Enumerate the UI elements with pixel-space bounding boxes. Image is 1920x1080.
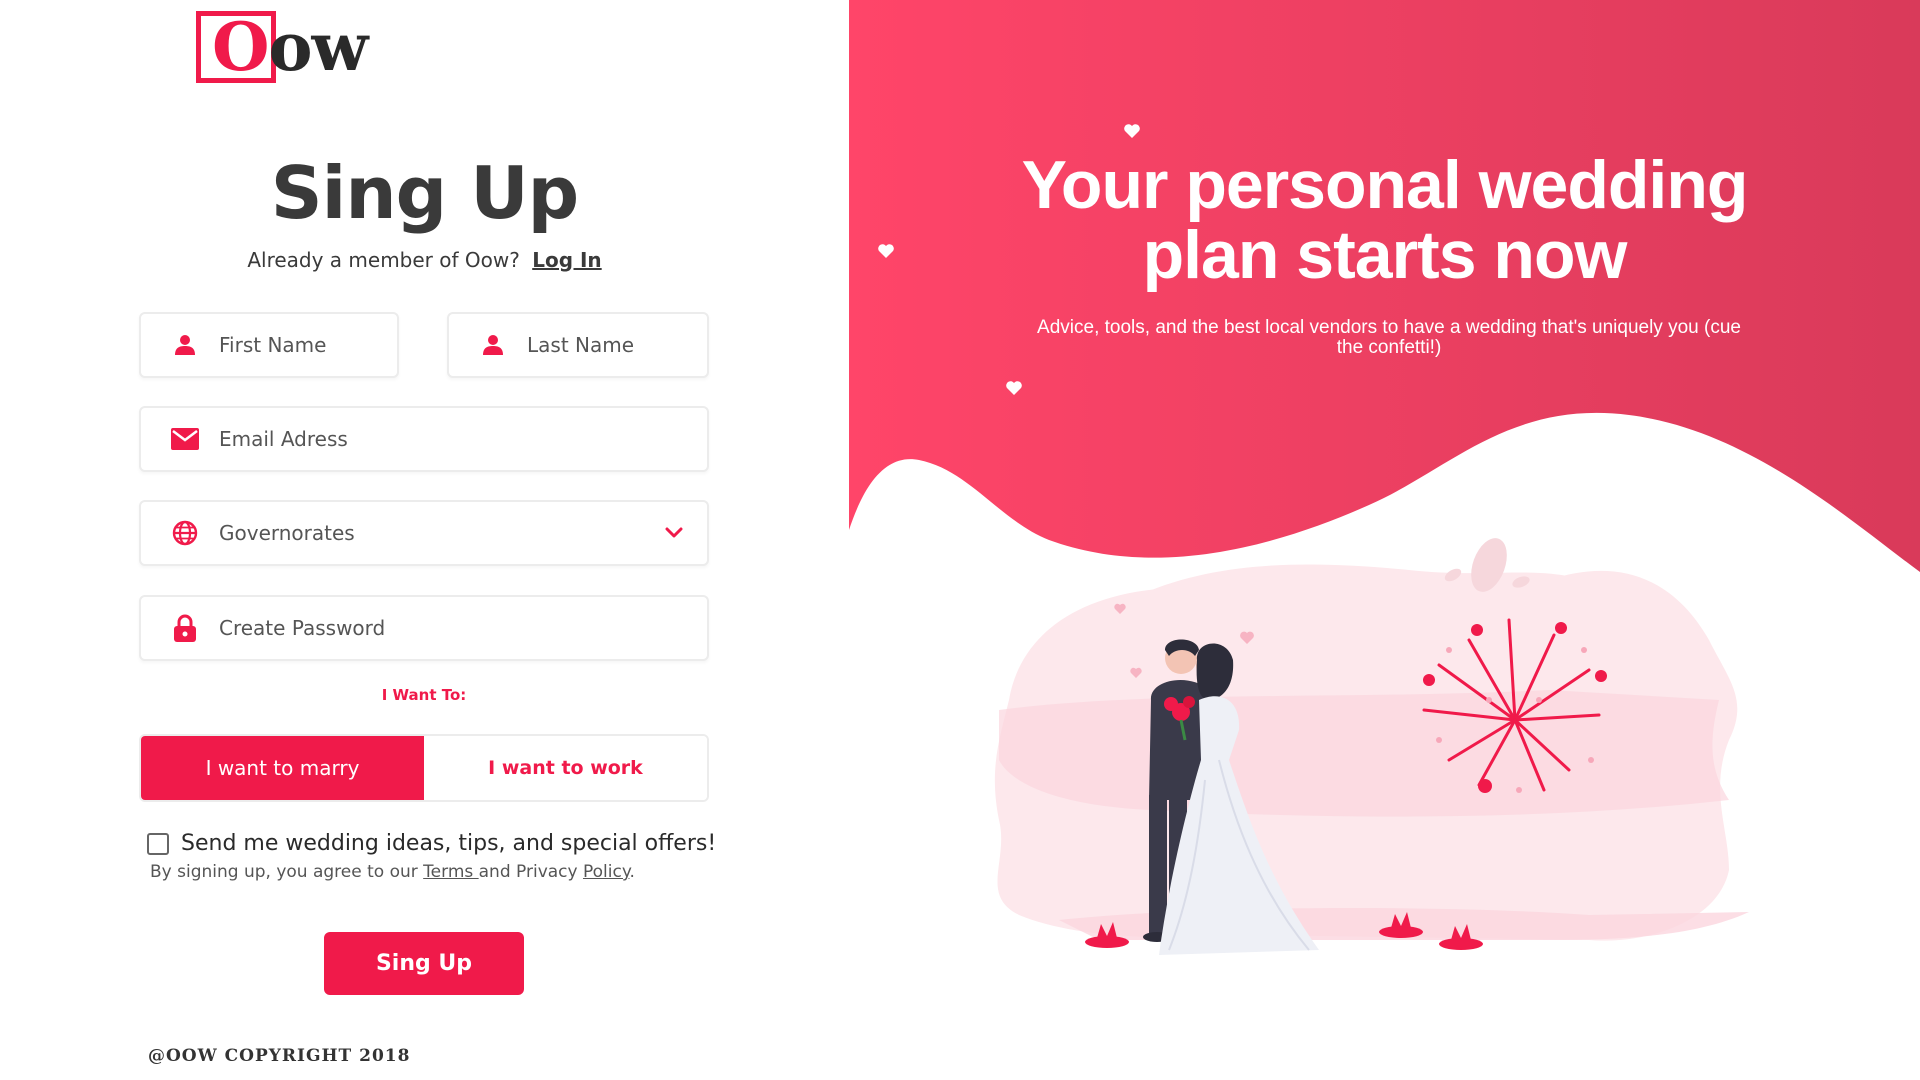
signup-form-panel: Oow Sing Up Already a member of Oow? Log… [0, 0, 849, 1080]
login-link[interactable]: Log In [532, 248, 601, 272]
terms-middle: and Privacy [478, 862, 578, 882]
newsletter-checkbox[interactable] [147, 832, 169, 855]
first-name-input[interactable] [219, 314, 397, 376]
intent-label: I Want To: [381, 686, 467, 704]
member-question: Already a member of Oow? [247, 248, 520, 272]
user-icon [171, 331, 199, 359]
terms-notice: By signing up, you agree to our Terms an… [150, 862, 635, 882]
newsletter-row: Send me wedding ideas, tips, and special… [147, 831, 716, 856]
page-title: Sing Up [270, 151, 579, 235]
email-field[interactable] [139, 406, 709, 472]
terms-prefix: By signing up, you agree to our [150, 862, 418, 882]
terms-link[interactable]: Terms [423, 862, 478, 882]
intent-toggle: I want to marry I want to work [139, 734, 709, 802]
lock-icon [171, 614, 199, 642]
terms-suffix: . [629, 862, 635, 882]
oow-logo[interactable]: Oow [196, 8, 368, 91]
newsletter-label[interactable]: Send me wedding ideas, tips, and special… [181, 831, 716, 856]
password-input[interactable] [219, 597, 707, 659]
chevron-down-icon[interactable] [663, 522, 685, 544]
last-name-field[interactable] [447, 312, 709, 378]
login-prompt: Already a member of Oow? Log In [0, 248, 849, 272]
logo-letters-rest: ow [268, 8, 369, 86]
logo-text: Oow [212, 7, 369, 87]
signup-page: Oow Sing Up Already a member of Oow? Log… [0, 0, 1920, 1080]
password-field[interactable] [139, 595, 709, 661]
globe-icon [171, 519, 199, 547]
first-name-field[interactable] [139, 312, 399, 378]
signup-submit-button[interactable]: Sing Up [324, 932, 524, 995]
envelope-icon [171, 425, 199, 453]
last-name-input[interactable] [527, 314, 707, 376]
logo-letter-o: O [212, 8, 269, 86]
governorates-select[interactable]: Governorates [139, 500, 709, 566]
user-icon [479, 331, 507, 359]
hero-panel: Your personal wedding plan starts now Ad… [849, 0, 1920, 1080]
privacy-policy-link[interactable]: Policy [583, 862, 629, 882]
governorates-value: Governorates [219, 521, 355, 545]
wedding-couple-illustration [994, 538, 1749, 955]
work-option-button[interactable]: I want to work [424, 736, 707, 800]
copyright-text: @OOW COPYRIGHT 2018 [148, 1046, 411, 1066]
marry-option-button[interactable]: I want to marry [141, 736, 424, 800]
email-input[interactable] [219, 408, 707, 470]
